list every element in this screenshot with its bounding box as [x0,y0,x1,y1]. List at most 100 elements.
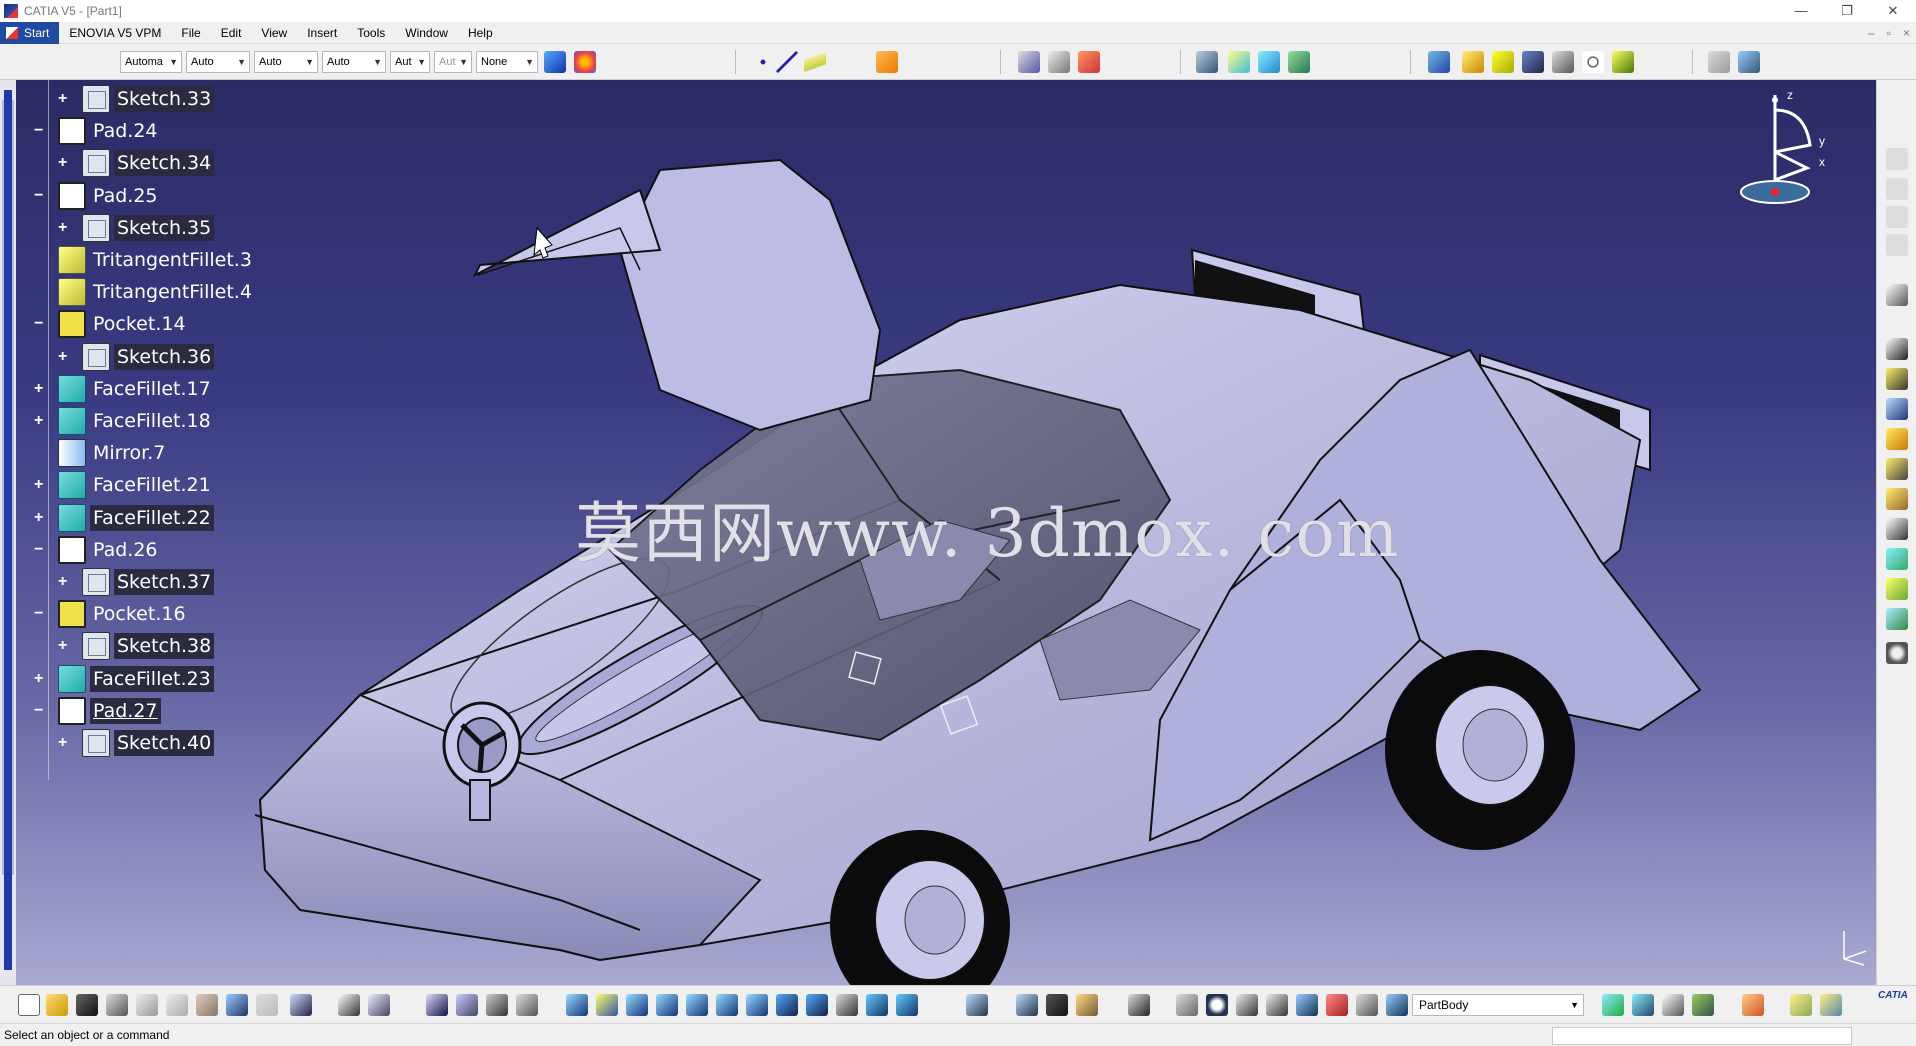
spec-tree-item[interactable]: + Sketch.40 [58,726,215,760]
menu-tools[interactable]: Tools [347,22,395,44]
spec-tree-item[interactable]: + FaceFillet.17 [34,372,214,406]
spec-tree-item[interactable]: − Pad.25 [34,179,161,213]
pan-icon[interactable] [626,994,648,1016]
spec-tree-item[interactable]: − Pad.24 [34,114,161,148]
chamfer-icon[interactable] [1886,578,1908,600]
collapse-icon[interactable]: − [34,187,43,204]
hole-icon[interactable] [1886,458,1908,480]
spell-check-icon[interactable] [1018,51,1040,73]
body-icon[interactable] [1296,994,1318,1016]
menu-edit[interactable]: Edit [211,22,252,44]
pocket-icon[interactable] [1886,368,1908,390]
close-button[interactable]: ✕ [1870,0,1916,22]
knowledge-icon[interactable] [368,994,390,1016]
relations-icon[interactable] [1820,994,1842,1016]
shading-mode-icon[interactable] [836,994,858,1016]
collapse-icon[interactable]: − [34,606,43,622]
expand-icon[interactable]: + [34,477,43,493]
grid-icon[interactable] [1552,51,1574,73]
spec-tree-item[interactable]: + Sketch.36 [58,340,215,374]
dress-up-features-icon[interactable] [1886,178,1908,200]
menu-enovia[interactable]: ENOVIA V5 VPM [59,22,171,44]
rotate-icon[interactable] [656,994,678,1016]
isometric-view-icon[interactable] [1492,51,1514,73]
rib-icon[interactable] [1886,488,1908,510]
menu-file[interactable]: File [171,22,210,44]
shading-icon[interactable] [1612,51,1634,73]
publish-icon[interactable] [1790,994,1812,1016]
layer-combo[interactable]: None ▼ [476,51,538,73]
line-thickness-combo[interactable]: Auto ▼ [254,51,318,73]
cut-icon[interactable] [136,994,158,1016]
measure-item-icon[interactable] [1228,51,1250,73]
3d-viewport[interactable]: 莫西网www. 3dmox. com + Sketch.33 − Pad.24 + Ske… [0,80,1876,985]
expand-icon[interactable]: + [58,638,67,654]
spec-tree-item[interactable]: + FaceFillet.21 [34,468,214,502]
constraint-icon[interactable] [1016,994,1038,1016]
fit-all-icon[interactable] [596,994,618,1016]
constraint-defined-icon[interactable] [1046,994,1068,1016]
print-icon[interactable] [106,994,128,1016]
spec-tree-item[interactable]: + Sketch.37 [58,565,215,599]
sketch-based-features-icon[interactable] [1886,148,1908,170]
spec-tree-item[interactable]: − Pad.27 [34,694,161,728]
expand-icon[interactable]: + [58,219,67,236]
maximize-button[interactable]: ❐ [1824,0,1870,22]
transformation-features-icon[interactable] [1886,234,1908,256]
start-menu[interactable]: Start [0,21,60,44]
catalog-icon[interactable] [486,994,508,1016]
measure-inertia-icon[interactable] [1258,51,1280,73]
redo-icon[interactable] [256,994,278,1016]
groove-icon[interactable] [1886,428,1908,450]
edge-fillet-icon[interactable] [1886,548,1908,570]
copy-icon[interactable] [166,994,188,1016]
doc-minimize-button[interactable]: – [1868,22,1875,44]
globe-icon[interactable] [1206,994,1228,1016]
menu-help[interactable]: Help [458,22,503,44]
spec-tree-item[interactable]: + Sketch.34 [58,146,215,180]
expand-icon[interactable]: + [58,91,67,107]
collapse-icon[interactable]: − [34,316,43,332]
tree-icon[interactable] [1356,994,1378,1016]
menu-view[interactable]: View [251,22,297,44]
painter-icon[interactable] [544,51,566,73]
swap-visible-space-icon[interactable] [1708,51,1730,73]
measure-icon[interactable] [1602,994,1624,1016]
spec-tree-item[interactable]: Mirror.7 [58,436,168,470]
fly-mode-icon[interactable] [566,994,588,1016]
iso-view-icon[interactable] [806,994,828,1016]
part-body-icon[interactable] [1692,994,1714,1016]
save-icon[interactable] [76,994,98,1016]
line-icon[interactable] [776,51,798,73]
measure-between-icon[interactable] [1196,51,1218,73]
compass-widget[interactable]: z y x [1735,80,1845,210]
spec-tree-item[interactable]: TritangentFillet.4 [58,275,255,309]
axis-system-icon[interactable] [1236,994,1258,1016]
linetype-combo[interactable]: Auto ▼ [322,51,386,73]
spec-tree-item[interactable]: + FaceFillet.23 [34,662,214,696]
apply-material-icon[interactable] [1632,994,1654,1016]
define-in-work-object-icon[interactable] [1386,994,1408,1016]
spec-tree-item[interactable]: + FaceFillet.18 [34,404,214,438]
table-icon[interactable] [426,994,448,1016]
spec-tree-item[interactable]: TritangentFillet.3 [58,243,255,277]
update-icon[interactable] [966,994,988,1016]
view-mode-icon[interactable] [1522,51,1544,73]
collapse-icon[interactable]: − [34,702,43,719]
tree-scrollbar[interactable] [0,80,16,985]
tools-icon[interactable] [1742,994,1764,1016]
expand-icon[interactable]: + [34,670,43,687]
pad-icon[interactable] [1886,338,1908,360]
plane-icon[interactable] [804,51,826,73]
color-combo[interactable]: Automa ▼ [120,51,182,73]
doc-restore-button[interactable]: ▫ [1887,22,1891,44]
minimize-button[interactable]: — [1778,0,1824,22]
spec-tree-item[interactable]: − Pad.26 [34,533,161,567]
solid-icon[interactable] [1462,51,1484,73]
zoom-in-icon[interactable] [686,994,708,1016]
whats-this-icon[interactable] [290,994,312,1016]
hide-show-icon[interactable] [1428,51,1450,73]
gear-icon[interactable] [1886,642,1908,664]
compass-snap-icon[interactable] [1582,51,1604,73]
paste-icon[interactable] [196,994,218,1016]
